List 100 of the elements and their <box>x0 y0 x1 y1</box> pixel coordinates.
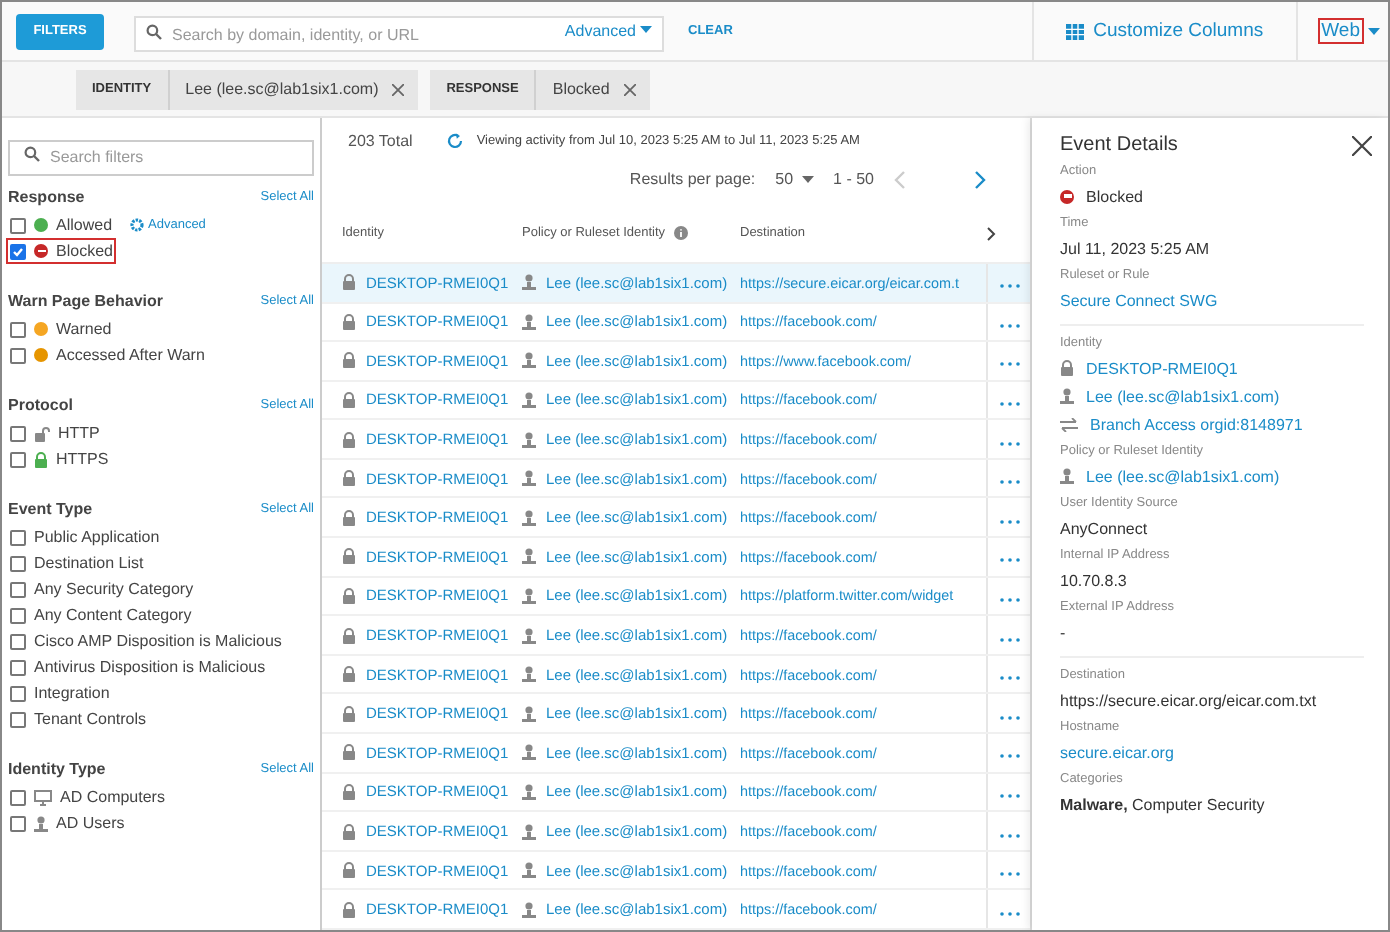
filter-option[interactable]: Allowed <box>6 212 117 238</box>
lock-icon <box>342 744 356 761</box>
checkbox[interactable] <box>10 581 26 597</box>
filter-option[interactable]: HTTPS <box>6 446 113 472</box>
caret-icon <box>801 175 814 184</box>
more-icon <box>999 911 1019 916</box>
user-icon <box>34 815 48 831</box>
lock-icon <box>342 783 356 800</box>
more-icon <box>999 362 1019 367</box>
filter-option[interactable]: Public Application <box>6 524 164 550</box>
user-icon <box>522 548 536 565</box>
close-button[interactable] <box>1352 135 1372 155</box>
option-label: Blocked <box>56 242 113 260</box>
user-icon <box>522 431 536 448</box>
detail-link[interactable]: Secure Connect SWG <box>1060 291 1218 309</box>
filter-option[interactable]: AD Computers <box>6 784 169 810</box>
view-selector[interactable]: Web <box>1317 18 1364 44</box>
field-value: AnyConnect <box>1060 519 1148 537</box>
filter-option[interactable]: Any Content Category <box>6 602 196 628</box>
filter-option[interactable]: Accessed After Warn <box>6 342 209 368</box>
chip-value: Lee (lee.sc@lab1six1.com) <box>183 78 379 102</box>
lock-icon <box>1060 360 1074 376</box>
more-icon <box>999 637 1019 642</box>
user-icon <box>522 862 536 879</box>
option-label: AD Users <box>56 814 125 832</box>
lock-icon <box>34 451 48 467</box>
option-label: Allowed <box>56 216 113 234</box>
chevron-right-icon <box>986 225 996 242</box>
more-icon <box>999 833 1019 838</box>
checkbox[interactable] <box>10 633 26 649</box>
option-label: Any Content Category <box>34 606 192 624</box>
checkbox[interactable] <box>10 659 26 675</box>
checkbox[interactable] <box>10 529 26 545</box>
filter-option[interactable]: Blocked <box>6 238 117 264</box>
unlocked-padlock-icon <box>34 425 50 441</box>
section-title: Identity Type <box>8 760 106 778</box>
filter-option[interactable]: Warned <box>6 316 116 342</box>
close-icon <box>1352 135 1372 155</box>
filter-option[interactable]: AD Users <box>6 810 129 836</box>
lock-icon <box>342 431 356 448</box>
checkbox[interactable] <box>10 685 26 701</box>
section-title: Response <box>8 188 85 206</box>
user-icon <box>522 744 536 761</box>
lock-icon <box>342 862 356 879</box>
user-icon <box>522 470 536 487</box>
checkbox[interactable] <box>10 321 26 337</box>
option-label: Destination List <box>34 554 144 572</box>
lock-icon <box>342 587 356 604</box>
checkbox[interactable] <box>10 217 26 233</box>
user-icon <box>522 313 536 330</box>
checkbox[interactable] <box>10 815 26 831</box>
user-icon <box>1060 468 1074 484</box>
detail-link[interactable]: secure.eicar.org <box>1060 743 1174 761</box>
filter-option[interactable]: Cisco AMP Disposition is Malicious <box>6 628 286 654</box>
more-icon <box>999 519 1019 524</box>
next-page-button[interactable] <box>974 169 986 190</box>
filter-option[interactable]: HTTP <box>6 420 104 446</box>
info-icon <box>673 226 688 241</box>
option-label: Any Security Category <box>34 580 194 598</box>
user-icon <box>1060 388 1074 404</box>
option-label: Public Application <box>34 528 160 546</box>
refresh-icon[interactable] <box>446 132 465 150</box>
field-value: - <box>1060 623 1066 641</box>
filter-option[interactable]: Integration <box>6 680 114 706</box>
results-per-page-label: Results per page: <box>629 170 756 189</box>
user-icon <box>522 705 536 722</box>
field-value: Blocked <box>1086 187 1143 205</box>
detail-link[interactable]: DESKTOP-RMEI0Q1 <box>1086 359 1238 377</box>
field-value: 10.70.8.3 <box>1060 571 1127 589</box>
checkbox[interactable] <box>10 425 26 441</box>
gear-icon <box>130 218 145 232</box>
lock-icon <box>342 352 356 369</box>
filter-option[interactable]: Antivirus Disposition is Malicious <box>6 654 270 680</box>
per-page-select[interactable]: 50 <box>775 170 814 189</box>
checkbox[interactable] <box>10 347 26 363</box>
section-title: Event Type <box>8 500 93 518</box>
total-count: 203 Total <box>348 132 413 150</box>
lock-icon <box>342 274 356 291</box>
checkbox[interactable] <box>10 451 26 467</box>
checkbox[interactable] <box>10 789 26 805</box>
filter-option[interactable]: Any Security Category <box>6 576 198 602</box>
filter-search-field[interactable]: Search filters <box>8 139 314 175</box>
detail-link[interactable]: Lee (lee.sc@lab1six1.com) <box>1086 467 1280 485</box>
user-icon <box>522 587 536 604</box>
filter-option[interactable]: Destination List <box>6 550 148 576</box>
lock-icon <box>342 548 356 565</box>
lock-icon <box>342 509 356 526</box>
option-label: HTTPS <box>56 450 109 468</box>
field-value: Malware, Computer Security <box>1060 795 1265 813</box>
checkbox[interactable] <box>10 711 26 727</box>
detail-link[interactable]: Lee (lee.sc@lab1six1.com) <box>1086 387 1280 405</box>
filter-option[interactable]: Tenant Controls <box>6 706 151 732</box>
more-icon <box>999 676 1019 681</box>
checkbox[interactable] <box>10 243 26 259</box>
checkbox[interactable] <box>10 607 26 623</box>
advanced-dropdown[interactable]: Advanced <box>564 21 652 39</box>
chevron-right-icon <box>974 169 986 190</box>
detail-link[interactable]: Branch Access orgid:8148971 <box>1090 415 1303 433</box>
option-label: HTTP <box>58 424 100 442</box>
checkbox[interactable] <box>10 555 26 571</box>
